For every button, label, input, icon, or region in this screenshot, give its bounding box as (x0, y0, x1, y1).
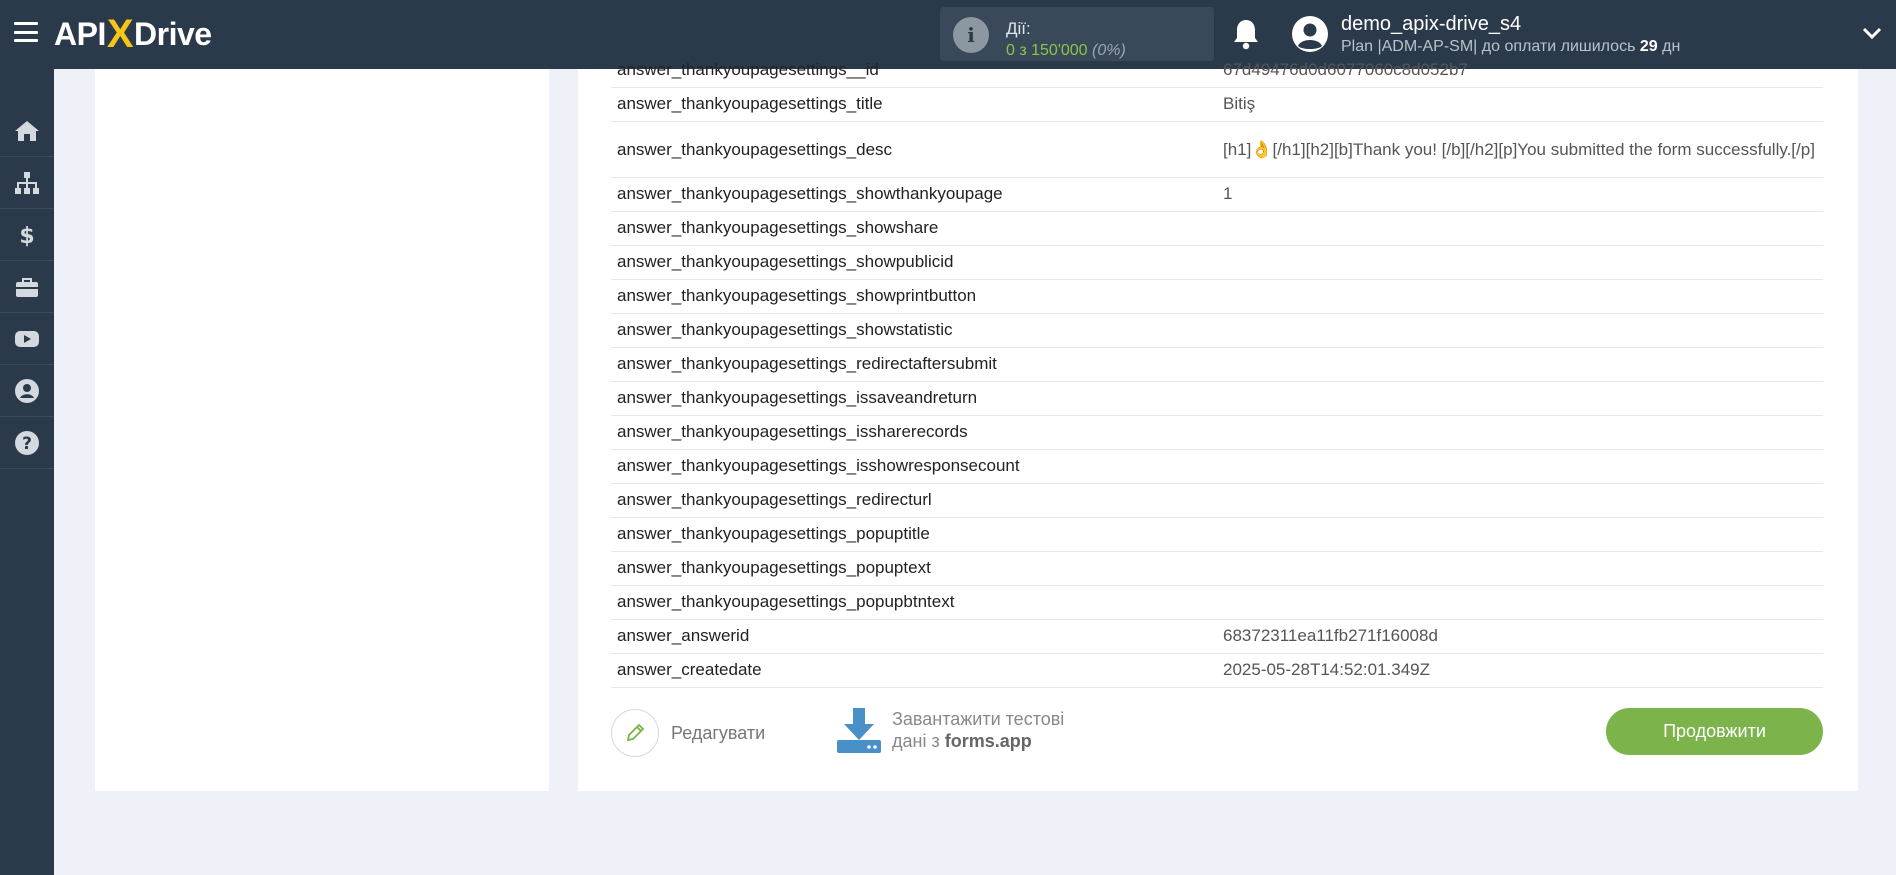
field-value: 2025-05-28T14:52:01.349Z (1217, 653, 1823, 688)
sitemap-icon (15, 171, 39, 194)
field-name: answer_thankyoupagesettings_redirecturl (611, 483, 1217, 518)
continue-button[interactable]: Продовжити (1606, 708, 1823, 755)
menu-icon[interactable] (14, 22, 38, 42)
home-icon (15, 120, 39, 141)
table-row: answer_thankyoupagesettings_isshowrespon… (611, 449, 1823, 484)
field-name: answer_thankyoupagesettings_popuptitle (611, 517, 1217, 552)
briefcase-icon (16, 277, 38, 297)
table-row: answer_thankyoupagesettings_showshare (611, 211, 1823, 246)
field-name: answer_thankyoupagesettings_showstatisti… (611, 313, 1217, 348)
download-line2-prefix: дані з (892, 731, 940, 751)
field-value: Bitiş (1217, 87, 1823, 122)
table-row: answer_thankyoupagesettings_issharerecor… (611, 415, 1823, 450)
sidebar-item-home[interactable] (0, 105, 54, 157)
table-row: answer_thankyoupagesettings__id 67d49476d… (611, 53, 1823, 88)
download-line1: Завантажити тестові (892, 709, 1065, 729)
edit-button[interactable]: Редагувати (611, 709, 765, 757)
field-value (1217, 551, 1823, 586)
user-name[interactable]: demo_apix-drive_s4 (1341, 13, 1521, 36)
svg-text:$: $ (19, 224, 34, 248)
table-row: answer_thankyoupagesettings_showprintbut… (611, 279, 1823, 314)
field-name: answer_thankyoupagesettings_isshowrespon… (611, 449, 1217, 484)
field-name: answer_thankyoupagesettings_issharerecor… (611, 415, 1217, 450)
field-value (1217, 245, 1823, 280)
download-text: Завантажити тестові дані з forms.app (892, 708, 1064, 752)
info-icon: i (953, 17, 989, 53)
youtube-icon (15, 330, 39, 347)
pencil-icon-circle (611, 709, 659, 757)
chevron-down-icon[interactable] (1862, 26, 1882, 40)
field-value (1217, 313, 1823, 348)
table-row: answer_thankyoupagesettings_redirectafte… (611, 347, 1823, 382)
field-value (1217, 211, 1823, 246)
sidebar-item-connections[interactable] (0, 157, 54, 209)
field-name: answer_answerid (611, 619, 1217, 654)
field-name: answer_thankyoupagesettings_issaveandret… (611, 381, 1217, 416)
field-value: 1 (1217, 177, 1823, 212)
download-line2: дані з forms.app (892, 730, 1064, 752)
sidebar-item-services[interactable] (0, 261, 54, 313)
field-name: answer_thankyoupagesettings_desc (611, 121, 1217, 178)
logo-text-drive: Drive (134, 15, 212, 52)
field-name: answer_thankyoupagesettings_popuptext (611, 551, 1217, 586)
field-value (1217, 279, 1823, 314)
table-row: answer_thankyoupagesettings_popupbtntext (611, 585, 1823, 620)
table-row: answer_thankyoupagesettings_popuptext (611, 551, 1823, 586)
field-name: answer_thankyoupagesettings_title (611, 87, 1217, 122)
user-icon (15, 378, 39, 403)
download-icon (837, 708, 881, 753)
field-value: 68372311ea11fb271f16008d (1217, 619, 1823, 654)
data-table: answer_thankyoupagesettings__id 67d49476d… (611, 53, 1823, 688)
field-value (1217, 415, 1823, 450)
field-name: answer_thankyoupagesettings_showpublicid (611, 245, 1217, 280)
table-row: answer_answerid 68372311ea11fb271f16008d (611, 619, 1823, 654)
table-row: answer_thankyoupagesettings_showpublicid (611, 245, 1823, 280)
table-row: answer_thankyoupagesettings_popuptitle (611, 517, 1823, 552)
table-row: answer_createdate 2025-05-28T14:52:01.349… (611, 653, 1823, 688)
svg-text:?: ? (22, 434, 32, 454)
dollar-icon: $ (19, 224, 34, 248)
table-row: answer_thankyoupagesettings_showstatisti… (611, 313, 1823, 348)
field-value (1217, 483, 1823, 518)
main-panel: answer_thankyoupagesettings__id 67d49476d… (578, 53, 1858, 791)
sidebar-item-help[interactable]: ? (0, 417, 54, 469)
logo[interactable]: API X Drive (54, 12, 212, 56)
avatar-icon[interactable] (1291, 15, 1329, 53)
field-name: answer_thankyoupagesettings_showshare (611, 211, 1217, 246)
table-row: answer_thankyoupagesettings_issaveandret… (611, 381, 1823, 416)
logo-text-x: X (106, 11, 134, 56)
table-row: answer_thankyoupagesettings_desc [h1]👌[/h… (611, 121, 1823, 178)
table-row: answer_thankyoupagesettings_title Bitiş (611, 87, 1823, 122)
table-row: answer_thankyoupagesettings_showthankyou… (611, 177, 1823, 212)
field-name: answer_thankyoupagesettings__id (611, 53, 1217, 88)
field-value (1217, 449, 1823, 484)
field-value (1217, 585, 1823, 620)
field-value (1217, 381, 1823, 416)
sidebar-item-profile[interactable] (0, 365, 54, 417)
field-value: 67d49476d0d6077060c8d052b7 (1217, 53, 1823, 88)
left-panel (95, 69, 549, 791)
field-name: answer_thankyoupagesettings_showthankyou… (611, 177, 1217, 212)
field-value: [h1]👌[/h1][h2][b]Thank you! [/b][/h2][p]… (1217, 121, 1823, 178)
help-icon: ? (15, 430, 39, 455)
logo-text-api: API (54, 15, 106, 52)
field-name: answer_thankyoupagesettings_showprintbut… (611, 279, 1217, 314)
edit-label: Редагувати (671, 722, 766, 743)
actions-label: Дії: (1006, 19, 1031, 38)
sidebar-item-video[interactable] (0, 313, 54, 365)
pencil-icon (626, 723, 645, 742)
field-name: answer_thankyoupagesettings_redirectafte… (611, 347, 1217, 382)
bell-icon[interactable] (1232, 18, 1260, 50)
field-value (1217, 517, 1823, 552)
table-row: answer_thankyoupagesettings_redirecturl (611, 483, 1823, 518)
field-value (1217, 347, 1823, 382)
download-source: forms.app (944, 731, 1032, 751)
field-name: answer_createdate (611, 653, 1217, 688)
download-test-data-button[interactable]: Завантажити тестові дані з forms.app (836, 706, 1064, 754)
field-name: answer_thankyoupagesettings_popupbtntext (611, 585, 1217, 620)
sidebar-item-billing[interactable]: $ (0, 209, 54, 261)
sidebar: $ ? (0, 69, 54, 875)
